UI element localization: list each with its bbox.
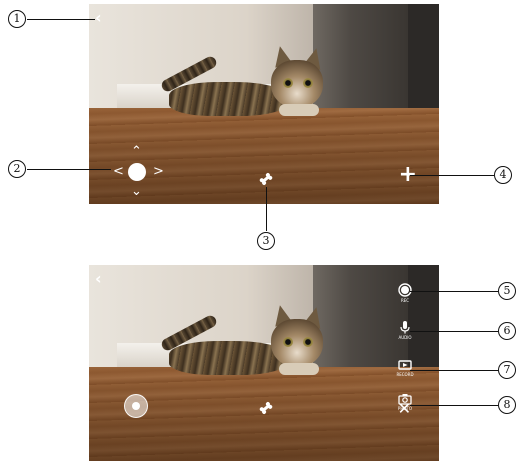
video-record-button[interactable]: RECORD <box>393 359 417 377</box>
bone-icon[interactable] <box>259 401 273 415</box>
bone-icon[interactable] <box>259 172 273 186</box>
camera-view-expanded: ‹ ✕ REC AUDIO RECORD PHOTO <box>89 265 439 461</box>
chevron-down-icon[interactable]: ⌄ <box>131 185 142 198</box>
dpad-knob[interactable] <box>128 163 146 181</box>
camera-feed <box>89 265 439 461</box>
direction-pad[interactable]: ⌃ < > ⌄ <box>111 143 164 199</box>
video-record-label: RECORD <box>396 372 414 377</box>
callout-3: 3 <box>257 232 275 250</box>
camera-icon <box>398 394 412 405</box>
callout-2: 2 <box>8 160 26 178</box>
callout-7: 7 <box>498 361 516 379</box>
chevron-up-icon[interactable]: ⌃ <box>131 145 142 158</box>
leader-line-2 <box>27 169 111 170</box>
callout-8: 8 <box>498 396 516 414</box>
leader-line-4 <box>410 175 494 176</box>
back-icon[interactable]: ‹ <box>95 269 102 288</box>
photo-label: PHOTO <box>397 406 413 411</box>
leader-line-1 <box>27 19 95 20</box>
photo-button[interactable]: PHOTO <box>393 393 417 411</box>
record-button[interactable]: REC <box>393 283 417 303</box>
joystick-icon[interactable] <box>124 394 148 418</box>
leader-line-7 <box>410 370 498 371</box>
audio-button[interactable]: AUDIO <box>393 320 417 340</box>
leader-line-5 <box>410 291 498 292</box>
record-label: REC <box>400 298 410 303</box>
audio-label: AUDIO <box>398 335 412 340</box>
callout-1: 1 <box>8 10 26 28</box>
back-icon[interactable]: ‹ <box>95 8 102 27</box>
chevron-right-icon[interactable]: > <box>153 165 164 178</box>
leader-line-6 <box>410 331 498 332</box>
callout-6: 6 <box>498 322 516 340</box>
camera-view-default: ‹ ⌃ < > ⌄ + <box>89 4 439 204</box>
callout-4: 4 <box>494 166 512 184</box>
callout-5: 5 <box>498 282 516 300</box>
leader-line-3 <box>266 187 267 231</box>
chevron-left-icon[interactable]: < <box>113 165 124 178</box>
record-icon <box>398 283 412 297</box>
leader-line-8 <box>410 405 498 406</box>
